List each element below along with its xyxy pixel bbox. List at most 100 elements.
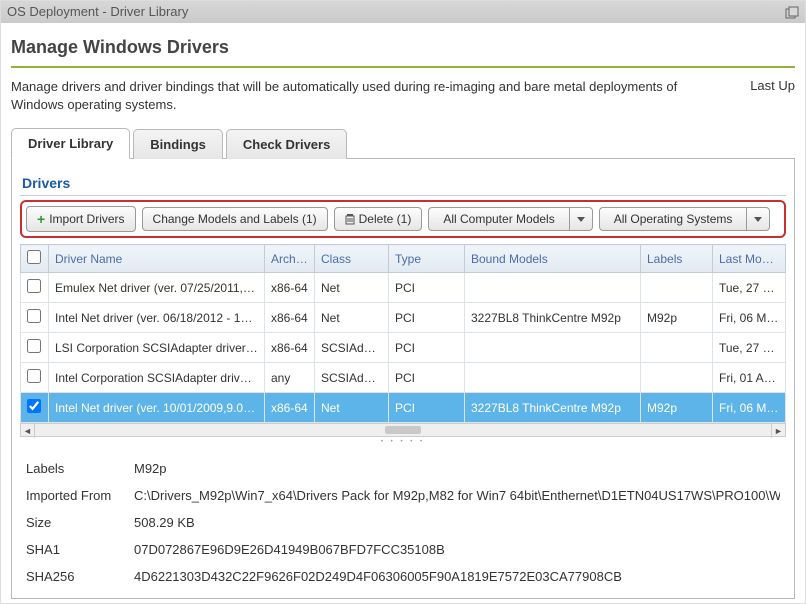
last-updated-label: Last Up bbox=[750, 78, 795, 93]
page-description: Manage drivers and driver bindings that … bbox=[11, 78, 691, 113]
horizontal-scrollbar[interactable]: ◄ ► bbox=[20, 423, 786, 437]
cell-driver-name: Intel Net driver (ver. 06/18/2012 - 10/2… bbox=[49, 303, 265, 333]
chevron-down-icon bbox=[569, 207, 593, 231]
tab-panel: Drivers + Import Drivers Change Models a… bbox=[11, 159, 795, 599]
tab-driver-library[interactable]: Driver Library bbox=[11, 128, 130, 159]
size-value: 508.29 KB bbox=[134, 515, 780, 530]
change-models-label: Change Models and Labels (1) bbox=[153, 212, 317, 226]
toolbar: + Import Drivers Change Models and Label… bbox=[20, 200, 786, 238]
col-type[interactable]: Type bbox=[389, 245, 465, 273]
chevron-down-icon bbox=[746, 207, 770, 231]
cell-bound-models bbox=[465, 333, 641, 363]
window: OS Deployment - Driver Library Manage Wi… bbox=[0, 0, 806, 604]
os-dropdown-label: All Operating Systems bbox=[599, 207, 747, 231]
cell-last-modified: Fri, 01 Aug ... bbox=[713, 363, 786, 393]
cell-class: Net bbox=[315, 273, 389, 303]
trash-icon bbox=[345, 213, 355, 225]
col-class[interactable]: Class bbox=[315, 245, 389, 273]
scroll-left-icon[interactable]: ◄ bbox=[21, 424, 35, 438]
size-key: Size bbox=[26, 515, 134, 530]
cell-driver-name: Intel Corporation SCSIAdapter driver (ve… bbox=[49, 363, 265, 393]
tabs: Driver Library Bindings Check Drivers bbox=[11, 127, 795, 159]
models-dropdown[interactable]: All Computer Models bbox=[428, 207, 592, 231]
plus-icon: + bbox=[37, 211, 45, 227]
col-bound-models[interactable]: Bound Models bbox=[465, 245, 641, 273]
table-row[interactable]: Intel Corporation SCSIAdapter driver (ve… bbox=[21, 363, 786, 393]
cell-architecture: x86-64 bbox=[265, 333, 315, 363]
col-driver-name[interactable]: Driver Name bbox=[49, 245, 265, 273]
cell-class: Net bbox=[315, 393, 389, 423]
cell-labels bbox=[641, 333, 713, 363]
select-all-checkbox[interactable] bbox=[27, 250, 41, 264]
drivers-table: Driver Name Archit... Class Type Bound M… bbox=[20, 244, 786, 423]
scroll-right-icon[interactable]: ► bbox=[771, 424, 785, 438]
col-checkbox[interactable] bbox=[21, 245, 49, 273]
sha1-key: SHA1 bbox=[26, 542, 134, 557]
cell-architecture: x86-64 bbox=[265, 393, 315, 423]
row-checkbox[interactable] bbox=[27, 399, 41, 413]
sha1-value: 07D072867E96D9E26D41949B067BFD7FCC35108B bbox=[134, 542, 780, 557]
row-checkbox[interactable] bbox=[27, 279, 41, 293]
cell-last-modified: Tue, 27 May... bbox=[713, 273, 786, 303]
row-checkbox[interactable] bbox=[27, 369, 41, 383]
cell-architecture: any bbox=[265, 363, 315, 393]
cell-architecture: x86-64 bbox=[265, 273, 315, 303]
delete-label: Delete (1) bbox=[359, 212, 412, 226]
cell-architecture: x86-64 bbox=[265, 303, 315, 333]
cell-type: PCI bbox=[389, 303, 465, 333]
cell-bound-models: 3227BL8 ThinkCentre M92p bbox=[465, 303, 641, 333]
cell-last-modified: Fri, 06 Mar ... bbox=[713, 393, 786, 423]
models-dropdown-label: All Computer Models bbox=[428, 207, 568, 231]
os-dropdown[interactable]: All Operating Systems bbox=[599, 207, 771, 231]
details-panel: LabelsM92p Imported FromC:\Drivers_M92p\… bbox=[20, 447, 786, 598]
sha256-key: SHA256 bbox=[26, 569, 134, 584]
import-drivers-label: Import Drivers bbox=[49, 212, 124, 226]
tab-check-drivers[interactable]: Check Drivers bbox=[226, 129, 347, 159]
cell-class: SCSIAdapter bbox=[315, 333, 389, 363]
cell-last-modified: Fri, 06 Mar ... bbox=[713, 303, 786, 333]
cell-labels bbox=[641, 363, 713, 393]
col-architecture[interactable]: Archit... bbox=[265, 245, 315, 273]
import-drivers-button[interactable]: + Import Drivers bbox=[26, 206, 136, 232]
cell-driver-name: Emulex Net driver (ver. 07/25/2011,4.0.3… bbox=[49, 273, 265, 303]
scrollbar-thumb[interactable] bbox=[385, 426, 421, 434]
titlebar: OS Deployment - Driver Library bbox=[1, 1, 805, 23]
tab-bindings[interactable]: Bindings bbox=[133, 129, 223, 159]
cell-driver-name: LSI Corporation SCSIAdapter driver (ver.… bbox=[49, 333, 265, 363]
row-checkbox[interactable] bbox=[27, 309, 41, 323]
splitter-handle[interactable]: • • • • • bbox=[20, 437, 786, 447]
section-title: Drivers bbox=[20, 173, 786, 196]
col-last-modified[interactable]: Last Modi... bbox=[713, 245, 786, 273]
table-row[interactable]: Emulex Net driver (ver. 07/25/2011,4.0.3… bbox=[21, 273, 786, 303]
delete-button[interactable]: Delete (1) bbox=[334, 207, 423, 231]
cell-type: PCI bbox=[389, 363, 465, 393]
labels-key: Labels bbox=[26, 461, 134, 476]
cell-bound-models: 3227BL8 ThinkCentre M92p bbox=[465, 393, 641, 423]
imported-from-value: C:\Drivers_M92p\Win7_x64\Drivers Pack fo… bbox=[134, 488, 780, 503]
row-checkbox[interactable] bbox=[27, 339, 41, 353]
imported-from-key: Imported From bbox=[26, 488, 134, 503]
cell-bound-models bbox=[465, 363, 641, 393]
cell-class: SCSIAdapter bbox=[315, 363, 389, 393]
change-models-button[interactable]: Change Models and Labels (1) bbox=[142, 207, 328, 231]
cell-driver-name: Intel Net driver (ver. 10/01/2009,9.0.13… bbox=[49, 393, 265, 423]
table-header-row: Driver Name Archit... Class Type Bound M… bbox=[21, 245, 786, 273]
table-row[interactable]: LSI Corporation SCSIAdapter driver (ver.… bbox=[21, 333, 786, 363]
table-row[interactable]: Intel Net driver (ver. 10/01/2009,9.0.13… bbox=[21, 393, 786, 423]
sha256-value: 4D6221303D432C22F9626F02D249D4F06306005F… bbox=[134, 569, 780, 584]
cell-labels: M92p bbox=[641, 393, 713, 423]
cell-type: PCI bbox=[389, 273, 465, 303]
cell-class: Net bbox=[315, 303, 389, 333]
col-labels[interactable]: Labels bbox=[641, 245, 713, 273]
cell-labels bbox=[641, 273, 713, 303]
table-row[interactable]: Intel Net driver (ver. 06/18/2012 - 10/2… bbox=[21, 303, 786, 333]
popout-icon[interactable] bbox=[785, 5, 799, 19]
labels-value: M92p bbox=[134, 461, 780, 476]
cell-type: PCI bbox=[389, 333, 465, 363]
cell-labels: M92p bbox=[641, 303, 713, 333]
cell-type: PCI bbox=[389, 393, 465, 423]
cell-bound-models bbox=[465, 273, 641, 303]
cell-last-modified: Tue, 27 May... bbox=[713, 333, 786, 363]
window-title: OS Deployment - Driver Library bbox=[7, 1, 188, 23]
page-title: Manage Windows Drivers bbox=[11, 31, 795, 68]
